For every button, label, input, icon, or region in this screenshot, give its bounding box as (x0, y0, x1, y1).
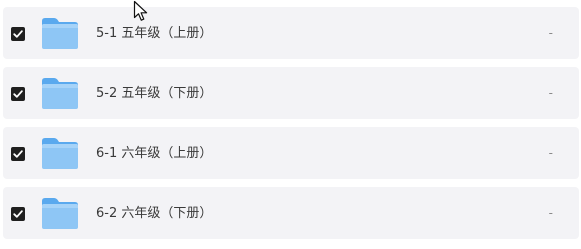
file-name[interactable]: 5-1 五年级（上册） (96, 25, 212, 42)
row-checkbox[interactable] (11, 87, 25, 101)
row-checkbox[interactable] (11, 147, 25, 161)
checkmark-icon (13, 90, 23, 98)
file-name[interactable]: 5-2 五年级（下册） (96, 85, 212, 102)
file-row[interactable]: 5-1 五年级（上册） - (3, 7, 579, 59)
folder-icon (41, 16, 79, 50)
row-checkbox[interactable] (11, 27, 25, 41)
checkmark-icon (13, 150, 23, 158)
row-checkbox[interactable] (11, 207, 25, 221)
file-list: 5-1 五年级（上册） - 5-2 五年级（下册） - 6-1 六年级（上册） … (0, 0, 581, 249)
file-row[interactable]: 6-2 六年级（下册） - (3, 187, 579, 239)
file-meta: - (548, 86, 553, 100)
checkmark-icon (13, 210, 23, 218)
file-row[interactable]: 5-2 五年级（下册） - (3, 67, 579, 119)
file-meta: - (548, 26, 553, 40)
file-name[interactable]: 6-1 六年级（上册） (96, 145, 212, 162)
folder-icon (41, 136, 79, 170)
file-name[interactable]: 6-2 六年级（下册） (96, 205, 212, 222)
folder-icon (41, 76, 79, 110)
file-meta: - (548, 206, 553, 220)
folder-icon (41, 196, 79, 230)
file-row[interactable]: 6-1 六年级（上册） - (3, 127, 579, 179)
file-meta: - (548, 146, 553, 160)
checkmark-icon (13, 30, 23, 38)
